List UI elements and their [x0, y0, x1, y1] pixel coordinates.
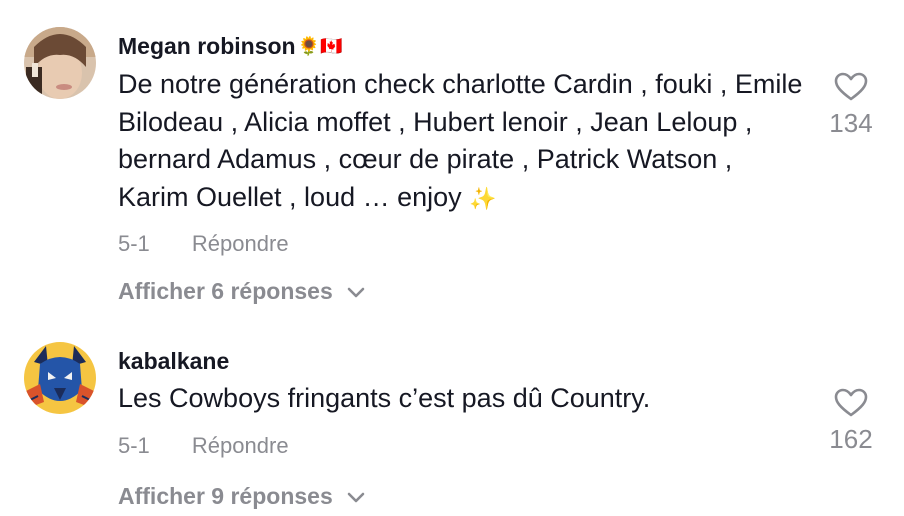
- comment-item: Megan robinson 🌻🇨🇦 De notre génération ch…: [0, 0, 904, 320]
- reply-button[interactable]: Répondre: [192, 433, 289, 458]
- like-area: 162: [811, 388, 891, 455]
- comment-text: De notre génération check charlotte Card…: [118, 66, 808, 218]
- chevron-down-icon: [347, 287, 365, 298]
- view-replies-button[interactable]: Afficher 9 réponses: [118, 483, 365, 510]
- username-emojis: 🌻🇨🇦: [297, 36, 343, 57]
- username[interactable]: kabalkane: [118, 348, 229, 375]
- username-text: Megan robinson: [118, 33, 296, 59]
- comment-date: 5-1: [118, 231, 150, 256]
- comment-body: Les Cowboys fringants c’est pas dû Count…: [118, 383, 651, 413]
- like-area: 134: [811, 72, 891, 139]
- view-replies-label: Afficher 9 réponses: [118, 483, 333, 509]
- username[interactable]: Megan robinson 🌻🇨🇦: [118, 33, 342, 60]
- comment-text: Les Cowboys fringants c’est pas dû Count…: [118, 380, 808, 418]
- comment-meta: 5-1 Répondre: [118, 433, 289, 459]
- like-count: 134: [829, 108, 873, 138]
- view-replies-button[interactable]: Afficher 6 réponses: [118, 278, 365, 305]
- like-count: 162: [829, 424, 873, 454]
- heart-outline-icon[interactable]: [834, 388, 868, 418]
- comment-date: 5-1: [118, 433, 150, 458]
- view-replies-label: Afficher 6 réponses: [118, 278, 333, 304]
- comment-item: kabalkane Les Cowboys fringants c’est pa…: [0, 320, 904, 516]
- avatar[interactable]: [24, 27, 96, 99]
- avatar[interactable]: [24, 342, 96, 414]
- reply-button[interactable]: Répondre: [192, 231, 289, 256]
- chevron-down-icon: [347, 492, 365, 503]
- comment-body: De notre génération check charlotte Card…: [118, 69, 803, 212]
- heart-outline-icon[interactable]: [834, 72, 868, 102]
- avatar-illustration: [24, 342, 96, 414]
- username-text: kabalkane: [118, 348, 230, 374]
- sparkles-icon: ✨: [469, 186, 497, 212]
- comment-meta: 5-1 Répondre: [118, 231, 289, 257]
- avatar-photo: [24, 27, 96, 99]
